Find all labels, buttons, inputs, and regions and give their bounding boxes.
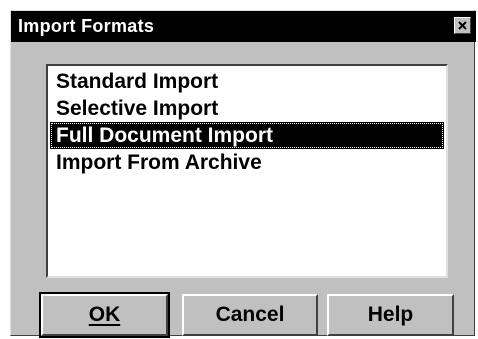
close-icon — [458, 21, 467, 30]
list-item-full-document-import[interactable]: Full Document Import — [50, 122, 444, 149]
list-item-selective-import[interactable]: Selective Import — [50, 95, 444, 122]
ok-button-label: OK — [88, 303, 121, 326]
close-button[interactable] — [454, 17, 471, 34]
cancel-button[interactable]: Cancel — [182, 294, 318, 336]
help-button-label: Help — [367, 303, 414, 326]
title-bar[interactable]: Import Formats — [11, 11, 476, 42]
import-format-listbox[interactable]: Standard Import Selective Import Full Do… — [46, 64, 448, 278]
list-item-standard-import[interactable]: Standard Import — [50, 68, 444, 95]
dialog-title: Import Formats — [18, 16, 155, 36]
list-item-import-from-archive[interactable]: Import From Archive — [50, 149, 444, 176]
ok-button[interactable]: OK — [39, 292, 170, 338]
help-button[interactable]: Help — [327, 294, 454, 336]
cancel-button-label: Cancel — [215, 303, 285, 326]
import-formats-dialog: Import Formats Standard Import Selective… — [10, 10, 476, 338]
